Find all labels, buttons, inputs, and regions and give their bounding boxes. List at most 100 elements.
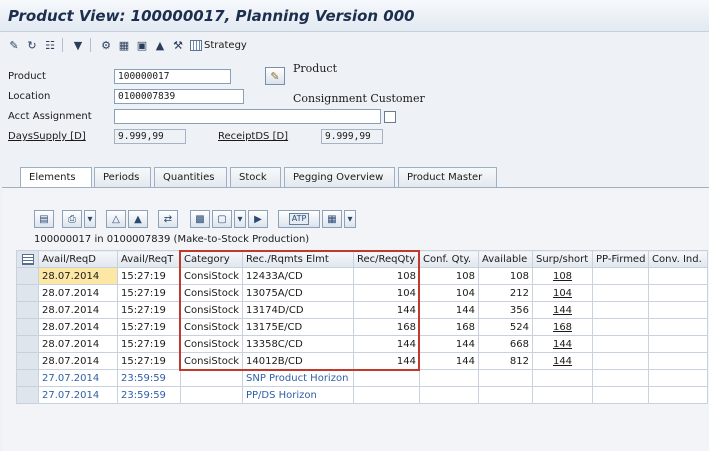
column-header[interactable]: Conv. Ind. (648, 250, 708, 268)
sort-ascending-button[interactable]: △ (106, 210, 126, 228)
pencil-icon[interactable]: ✎ (6, 37, 22, 53)
rec-req-qty-cell: 168 (353, 318, 420, 336)
surp-short-cell[interactable]: 168 (532, 318, 593, 336)
surp-short-link[interactable]: 108 (553, 271, 572, 282)
delete-button[interactable]: ▩ (190, 210, 210, 228)
row-selector[interactable] (16, 369, 39, 387)
row-selector[interactable] (16, 267, 39, 285)
element-cell: 13075A/CD (242, 284, 354, 302)
layout-dropdown[interactable]: ▾ (344, 210, 356, 228)
surp-short-cell[interactable]: 108 (532, 267, 593, 285)
column-header[interactable]: Conf. Qty. (419, 250, 479, 268)
element-cell: PP/DS Horizon (242, 386, 354, 404)
layout-button[interactable]: ▦ (322, 210, 342, 228)
acct-assignment-field[interactable] (114, 109, 381, 124)
hierarchy-icon[interactable]: ☷ (42, 37, 58, 53)
surp-short-link[interactable]: 144 (553, 339, 572, 350)
location-field[interactable]: 0100007839 (114, 89, 244, 104)
conv-ind-cell (648, 284, 708, 302)
surp-short-link[interactable]: 104 (553, 288, 572, 299)
settings-icon[interactable]: ⚙ (98, 37, 114, 53)
row-selector[interactable] (16, 284, 39, 302)
tab-product-master[interactable]: Product Master (398, 167, 497, 187)
element-cell: SNP Product Horizon (242, 369, 354, 387)
column-header[interactable]: Surp/short (532, 250, 593, 268)
column-header[interactable]: Avail/ReqT (117, 250, 181, 268)
navigate-button[interactable]: ▶ (248, 210, 268, 228)
edit-product-button[interactable]: ✎ (265, 67, 285, 85)
sort-descending-button[interactable]: ▲ (128, 210, 148, 228)
export-button[interactable]: ⇄ (158, 210, 178, 228)
row-selector[interactable] (16, 335, 39, 353)
details-button[interactable]: ▤ (34, 210, 54, 228)
print-dropdown[interactable]: ▾ (84, 210, 96, 228)
table-row[interactable]: 28.07.2014 15:27:19 ConsiStock 13174D/CD… (16, 301, 708, 319)
strategy-button[interactable]: Strategy (190, 37, 247, 53)
surp-short-cell[interactable]: 104 (532, 284, 593, 302)
column-header[interactable]: Category (180, 250, 243, 268)
surp-short-link[interactable]: 168 (553, 322, 572, 333)
lock-button[interactable]: ▢ (212, 210, 232, 228)
product-description: Product (293, 62, 337, 75)
column-header[interactable]: Rec./Rqmts Elmt (242, 250, 354, 268)
print-button[interactable]: ⎙ (62, 210, 82, 228)
row-selector[interactable] (16, 352, 39, 370)
product-field[interactable]: 100000017 (114, 69, 231, 84)
column-header[interactable]: Available (478, 250, 533, 268)
row-selector[interactable] (16, 301, 39, 319)
category-cell (180, 369, 243, 387)
tray-icon[interactable]: ▣ (134, 37, 150, 53)
acct-assignment-label: Acct Assignment (8, 111, 92, 122)
category-cell (180, 386, 243, 404)
tab-periods[interactable]: Periods (94, 167, 151, 187)
select-all-cell[interactable] (16, 250, 39, 268)
surp-short-link[interactable]: 144 (553, 356, 572, 367)
table-row[interactable]: 28.07.2014 15:27:19 ConsiStock 14012B/CD… (16, 352, 708, 370)
column-header[interactable]: Rec/ReqQty (353, 250, 420, 268)
days-supply-label[interactable]: DaysSupply [D] (8, 131, 86, 142)
tab-quantities[interactable]: Quantities (154, 167, 227, 187)
row-selector[interactable] (16, 386, 39, 404)
table-row[interactable]: 28.07.2014 15:27:19 ConsiStock 13358C/CD… (16, 335, 708, 353)
receipt-ds-label[interactable]: ReceiptDS [D] (218, 131, 288, 142)
atp-button[interactable]: ATP (278, 210, 320, 228)
chevron-down-icon: ▾ (87, 213, 93, 225)
table-row[interactable]: 28.07.2014 15:27:19 ConsiStock 12433A/CD… (16, 267, 708, 285)
table-row[interactable]: 27.07.2014 23:59:59 PP/DS Horizon (16, 386, 708, 404)
conv-ind-cell (648, 369, 708, 387)
tab-stock[interactable]: Stock (230, 167, 281, 187)
row-selector[interactable] (16, 318, 39, 336)
column-header[interactable]: Avail/ReqD (38, 250, 118, 268)
edit-icon: ✎ (270, 69, 280, 83)
value-help-button[interactable] (384, 111, 396, 123)
table-header-row: Avail/ReqD Avail/ReqT Category Rec./Rqmt… (16, 250, 708, 268)
surp-short-link[interactable]: 144 (553, 305, 572, 316)
chart-icon[interactable]: ▦ (116, 37, 132, 53)
conv-ind-cell (648, 335, 708, 353)
table-row[interactable]: 27.07.2014 23:59:59 SNP Product Horizon (16, 369, 708, 387)
window-title: Product View: 100000017, Planning Versio… (8, 7, 415, 25)
sort-descending-icon: ▲ (134, 213, 142, 225)
available-cell (478, 386, 533, 404)
details-icon: ▤ (39, 213, 49, 225)
surp-short-cell[interactable]: 144 (532, 301, 593, 319)
element-cell: 13174D/CD (242, 301, 354, 319)
surp-short-cell[interactable]: 144 (532, 335, 593, 353)
filter-icon[interactable]: ▼ (70, 37, 86, 53)
avail-reqt-cell: 15:27:19 (117, 301, 181, 319)
column-header[interactable]: PP-Firmed (592, 250, 649, 268)
surp-short-cell[interactable]: 144 (532, 352, 593, 370)
table-row[interactable]: 28.07.2014 15:27:19 ConsiStock 13175E/CD… (16, 318, 708, 336)
available-cell: 524 (478, 318, 533, 336)
tools-icon[interactable]: ⚒ (170, 37, 186, 53)
category-cell: ConsiStock (180, 267, 243, 285)
conv-ind-cell (648, 352, 708, 370)
table-row[interactable]: 28.07.2014 15:27:19 ConsiStock 13075A/CD… (16, 284, 708, 302)
tab-pegging-overview[interactable]: Pegging Overview (284, 167, 395, 187)
print-icon: ⎙ (68, 213, 76, 225)
lock-dropdown[interactable]: ▾ (234, 210, 246, 228)
refresh-icon[interactable]: ↻ (24, 37, 40, 53)
sort-ascending-icon: △ (112, 213, 120, 225)
tab-elements[interactable]: Elements (20, 167, 92, 188)
plan-icon[interactable]: ▲ (152, 37, 168, 53)
